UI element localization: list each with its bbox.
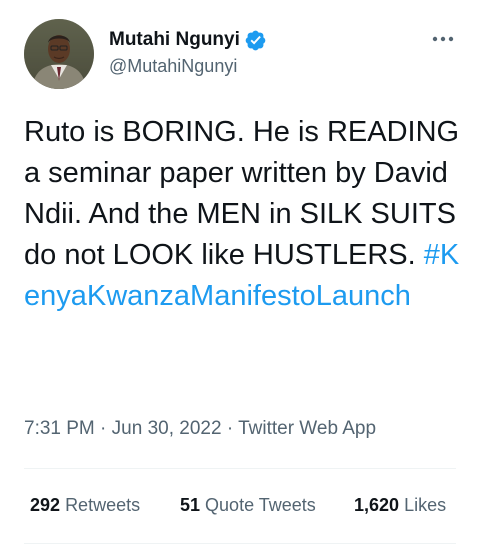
retweets-count: 292	[30, 495, 61, 515]
display-name[interactable]: Mutahi Ngunyi	[109, 29, 240, 51]
quotes-count: 51	[180, 495, 201, 515]
tweet-source[interactable]: Twitter Web App	[238, 418, 376, 439]
tweet-metadata: 7:31 PM · Jun 30, 2022 · Twitter Web App	[24, 418, 376, 440]
quote-tweets-stat[interactable]: 51 Quote Tweets	[180, 495, 316, 516]
avatar[interactable]	[24, 19, 94, 89]
verified-badge-icon	[244, 29, 267, 52]
tweet-body: Ruto is BORING. He is READING a seminar …	[24, 116, 460, 271]
retweets-label: Retweets	[65, 495, 141, 515]
likes-label: Likes	[404, 495, 447, 515]
meta-separator: ·	[226, 418, 234, 439]
likes-stat[interactable]: 1,620 Likes	[354, 495, 446, 516]
name-row: Mutahi Ngunyi	[109, 27, 267, 53]
author-block: Mutahi Ngunyi @MutahiNgunyi	[109, 27, 267, 77]
divider	[24, 468, 456, 469]
quotes-label: Quote Tweets	[205, 495, 316, 515]
avatar-image	[24, 19, 94, 89]
retweets-stat[interactable]: 292 Retweets	[30, 495, 140, 516]
user-handle[interactable]: @MutahiNgunyi	[109, 56, 267, 77]
more-options-icon[interactable]	[430, 29, 456, 49]
tweet-time[interactable]: 7:31 PM	[24, 418, 95, 439]
likes-count: 1,620	[354, 495, 400, 515]
divider	[24, 543, 456, 544]
tweet-date[interactable]: Jun 30, 2022	[112, 418, 222, 439]
tweet-card: Mutahi Ngunyi @MutahiNgunyi Ruto is BORI…	[0, 0, 480, 550]
meta-separator: ·	[100, 418, 107, 439]
tweet-text: Ruto is BORING. He is READING a seminar …	[24, 112, 464, 317]
